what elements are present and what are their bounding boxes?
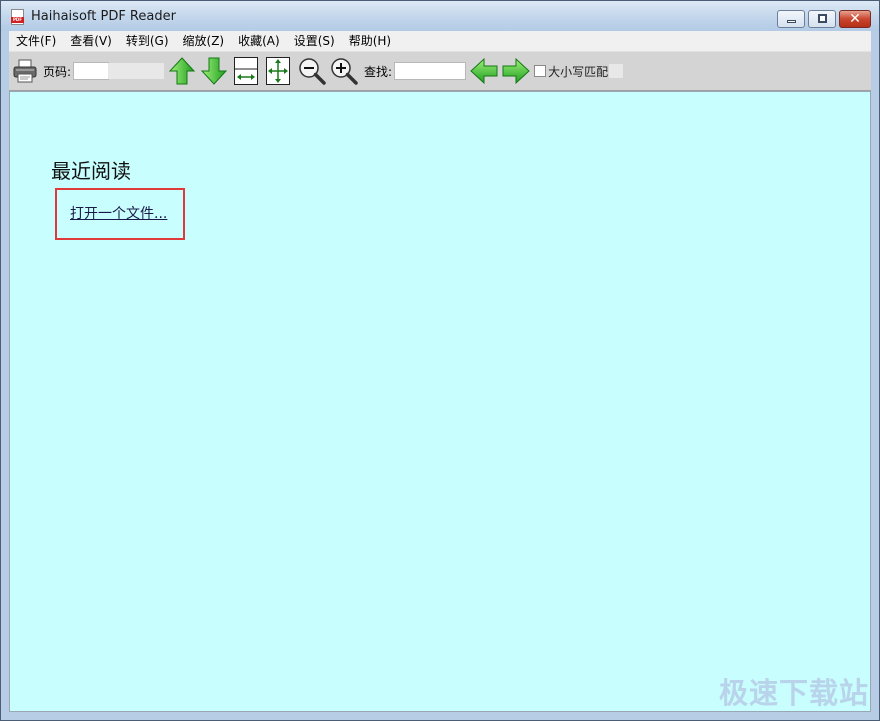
print-button[interactable]: [9, 54, 41, 88]
menu-file[interactable]: 文件(F): [9, 31, 63, 51]
fit-width-button[interactable]: [230, 54, 262, 88]
page-total-field: [108, 63, 165, 79]
zoom-out-icon: [299, 58, 326, 85]
toolbar-spacer: [609, 64, 624, 78]
menu-help[interactable]: 帮助(H): [342, 31, 398, 51]
search-input[interactable]: [394, 62, 467, 80]
pdf-app-icon: PDF: [11, 9, 24, 25]
minimize-button[interactable]: [777, 10, 805, 28]
page-label: 页码:: [43, 64, 72, 79]
watermark: 极速下载站: [718, 676, 869, 710]
next-page-button[interactable]: [198, 54, 230, 88]
window-controls: ✕: [774, 10, 871, 28]
fit-width-icon: [234, 57, 259, 85]
document-area: 最近阅读 打开一个文件...: [9, 91, 871, 712]
fit-page-button[interactable]: [262, 54, 294, 88]
match-case-checkbox[interactable]: [534, 65, 547, 77]
arrow-down-icon: [200, 57, 228, 85]
match-case-option[interactable]: 大小写匹配: [534, 63, 624, 80]
close-icon: ✕: [849, 11, 861, 27]
page-number-input[interactable]: [73, 62, 110, 80]
recent-reading-heading: 最近阅读: [51, 159, 131, 183]
zoom-in-button[interactable]: [328, 54, 360, 88]
fit-page-icon: [266, 57, 291, 85]
maximize-icon: [818, 14, 827, 23]
toolbar: 页码: 查找: 大小写匹配: [9, 52, 871, 91]
menu-favorites[interactable]: 收藏(A): [231, 31, 287, 51]
menu-bar: 文件(F) 查看(V) 转到(G) 缩放(Z) 收藏(A) 设置(S) 帮助(H…: [9, 31, 871, 52]
menu-goto[interactable]: 转到(G): [119, 31, 176, 51]
minimize-icon: [787, 20, 796, 23]
open-file-link[interactable]: 打开一个文件...: [70, 203, 167, 223]
window-title: Haihaisoft PDF Reader: [31, 9, 176, 24]
menu-settings[interactable]: 设置(S): [287, 31, 342, 51]
title-bar: PDF Haihaisoft PDF Reader ✕: [1, 1, 879, 31]
find-next-button[interactable]: [500, 54, 532, 88]
find-prev-icon: [470, 57, 498, 85]
search-label: 查找:: [364, 64, 393, 79]
find-previous-button[interactable]: [468, 54, 500, 88]
maximize-button[interactable]: [808, 10, 836, 28]
printer-icon: [13, 59, 37, 83]
arrow-up-icon: [168, 57, 196, 85]
menu-view[interactable]: 查看(V): [63, 31, 119, 51]
close-button[interactable]: ✕: [839, 10, 871, 28]
app-window: PDF Haihaisoft PDF Reader ✕ 文件(F) 查看(V) …: [0, 0, 880, 721]
find-next-icon: [502, 57, 530, 85]
match-case-label: 大小写匹配: [548, 64, 609, 79]
app-icon-label: PDF: [11, 17, 24, 23]
zoom-in-icon: [331, 58, 358, 85]
zoom-out-button[interactable]: [296, 54, 328, 88]
prev-page-button[interactable]: [166, 54, 198, 88]
menu-zoom[interactable]: 缩放(Z): [176, 31, 232, 51]
